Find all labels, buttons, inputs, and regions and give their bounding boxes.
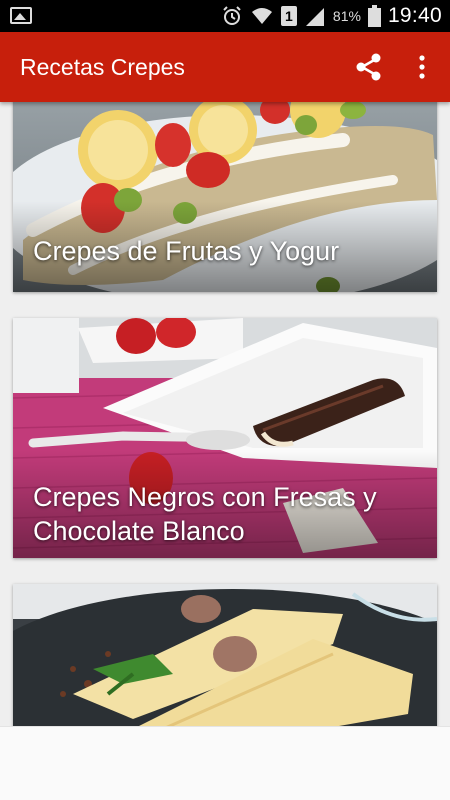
more-options-button[interactable]: [410, 50, 434, 84]
clock: 19:40: [387, 4, 442, 27]
ad-banner-area: [0, 726, 450, 800]
recipe-card[interactable]: Crepes de Frutas y Yogur: [13, 102, 437, 292]
recipe-card[interactable]: Crepes Negros con Fresas y Chocolate Bla…: [13, 318, 437, 558]
signal-icon: [305, 8, 324, 26]
status-bar: 1 81% 19:40: [0, 0, 450, 32]
battery-icon: [367, 5, 381, 27]
recipe-photo: [13, 584, 437, 726]
app-title: Recetas Crepes: [20, 54, 185, 80]
alarm-icon: [223, 6, 241, 25]
sim-icon: 1: [280, 6, 297, 26]
app-bar: Recetas Crepes: [0, 32, 450, 102]
recipe-title: Crepes de Frutas y Yogur: [33, 236, 340, 266]
recipe-title: Crepes Negros con Fresas y Chocolate Bla…: [33, 482, 377, 546]
more-vert-icon: [419, 55, 425, 79]
gallery-icon: [10, 7, 32, 24]
wifi-icon: [251, 8, 272, 24]
share-icon: [356, 53, 381, 81]
share-button[interactable]: [352, 50, 386, 84]
recipe-list[interactable]: Crepes de Frutas y Yogur Crepes Negros c…: [0, 102, 450, 726]
recipe-card[interactable]: [13, 584, 437, 726]
battery-percent: 81%: [332, 8, 361, 24]
